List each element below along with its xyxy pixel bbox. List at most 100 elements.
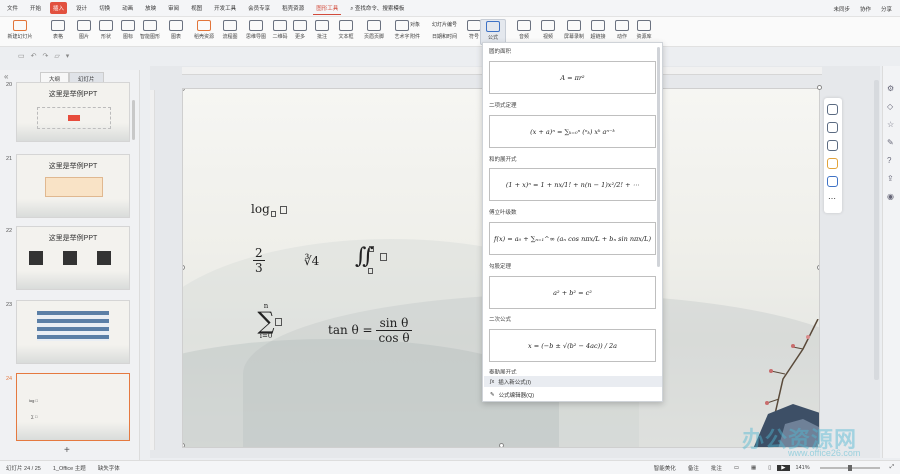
- menu-member[interactable]: 会员专享: [245, 2, 273, 14]
- root-equation[interactable]: ∛4: [304, 254, 319, 268]
- menu-devtools[interactable]: 开发工具: [211, 2, 239, 14]
- star-icon[interactable]: ☆: [887, 120, 894, 129]
- zoom-slider[interactable]: [819, 464, 880, 471]
- omega-icon: [467, 20, 481, 31]
- resize-handle[interactable]: [499, 443, 504, 447]
- menu-animation[interactable]: 动画: [119, 2, 136, 14]
- theme-name[interactable]: 1_Office 主题: [47, 464, 92, 472]
- comment-button[interactable]: 批注: [705, 464, 728, 472]
- placeholder-box: [369, 246, 374, 252]
- slide-icon: [13, 20, 27, 31]
- help-icon[interactable]: ?: [887, 156, 891, 165]
- flowchart-icon: [223, 20, 237, 31]
- share-button[interactable]: 分享: [881, 5, 892, 13]
- slide-thumbnail[interactable]: 这里是举例PPT: [16, 154, 130, 218]
- attachment-button[interactable]: 附件: [410, 33, 420, 40]
- undo-icon[interactable]: ↶: [31, 52, 37, 60]
- save-icon[interactable]: ▭: [18, 52, 25, 60]
- sorter-view-icon[interactable]: ▦: [745, 465, 762, 471]
- missing-font[interactable]: 缺失字体: [92, 464, 126, 472]
- record-icon: [567, 20, 581, 31]
- menu-view[interactable]: 视图: [188, 2, 205, 14]
- more-icon[interactable]: ⋯: [828, 194, 836, 203]
- zoom-icon[interactable]: [827, 122, 838, 133]
- search-box[interactable]: ⌕ 查找命令、搜索模板: [347, 2, 407, 15]
- menu-design[interactable]: 设计: [73, 2, 90, 14]
- watermark-url: www.office26.com: [788, 448, 861, 458]
- menu-slideshow[interactable]: 放映: [142, 2, 159, 14]
- zoom-level[interactable]: 141%: [790, 465, 816, 471]
- add-slide-button[interactable]: +: [64, 445, 70, 456]
- object-button[interactable]: 对象: [410, 21, 420, 28]
- formula-preset-expansion[interactable]: (1 + x)ⁿ = 1 + nx/1! + n(n − 1)x²/2! + ⋯: [489, 168, 656, 201]
- insert-new-formula-item[interactable]: ∫x 插入新公式(I): [484, 376, 662, 387]
- right-task-strip: ⚙ ◇ ☆ ✎ ? ⇪ ◉: [882, 66, 900, 458]
- crop-icon[interactable]: [827, 140, 838, 151]
- menu-daoke[interactable]: 稻壳资源: [279, 2, 307, 14]
- slide-number: 20: [6, 82, 13, 88]
- smart-beautify-button[interactable]: 智能美化: [648, 464, 682, 472]
- formula-preset-pythagorean[interactable]: a² + b² = c²: [489, 276, 656, 309]
- resize-handle[interactable]: [817, 85, 822, 90]
- collapse-icon[interactable]: «: [4, 72, 8, 81]
- thumb-table: [45, 177, 103, 197]
- new-slide-button[interactable]: 新建幻灯片: [2, 19, 38, 45]
- formula-preset-quadratic[interactable]: x = (−b ± √(b² − 4ac)) / 2a: [489, 329, 656, 362]
- slide-thumbnail[interactable]: 这里是举例PPT: [16, 82, 130, 142]
- fit-icon[interactable]: ⤢: [884, 464, 900, 471]
- chart-icon: [169, 20, 183, 31]
- slide-thumbnail[interactable]: [16, 300, 130, 364]
- picture-icon[interactable]: [827, 176, 838, 187]
- header-footer-icon: [367, 20, 381, 31]
- resize-handle[interactable]: [817, 265, 819, 270]
- integral-equation[interactable]: ∬: [355, 244, 387, 274]
- formula-preset-fourier[interactable]: f(x) = a₀ + ∑ₙ₌₁^∞ (aₙ cos nπx/L + bₙ si…: [489, 222, 656, 255]
- log-equation[interactable]: log: [251, 202, 287, 217]
- formula-preset-binomial[interactable]: (x + a)ⁿ = ∑ₖ₌₀ⁿ (ⁿₖ) xᵏ aⁿ⁻ᵏ: [489, 115, 656, 148]
- menu-review[interactable]: 审阅: [165, 2, 182, 14]
- tan-equation[interactable]: tan θ = sin θ cos θ: [328, 316, 412, 345]
- play-icon[interactable]: ▶: [777, 464, 790, 471]
- collab-button[interactable]: 协作: [860, 5, 871, 13]
- format-painter-icon[interactable]: ▱: [54, 52, 59, 60]
- textbox-icon: [339, 20, 353, 31]
- resize-handle[interactable]: [183, 89, 185, 91]
- slide-thumb-title: 这里是举例PPT: [48, 91, 98, 98]
- datetime-button[interactable]: 日期和时间: [432, 33, 457, 40]
- panel-scrollbar[interactable]: [132, 100, 135, 140]
- resize-handle[interactable]: [183, 265, 185, 270]
- unsynced-button[interactable]: 未同步: [833, 5, 850, 13]
- share-icon[interactable]: ⇪: [887, 174, 894, 183]
- normal-view-icon[interactable]: ▭: [728, 465, 745, 471]
- video-icon: [541, 20, 555, 31]
- resize-handle[interactable]: [183, 443, 185, 447]
- slide-number-button[interactable]: 幻灯片编号: [432, 21, 457, 28]
- canvas-scrollbar[interactable]: [874, 80, 879, 380]
- fraction-equation[interactable]: 23: [253, 246, 265, 275]
- vertical-ruler: [150, 90, 155, 450]
- pen-icon[interactable]: ✎: [887, 138, 894, 147]
- menu-start[interactable]: 开始: [27, 2, 44, 14]
- slide-thumbnail-current[interactable]: log □ ∑ □: [16, 373, 130, 441]
- menu-switch[interactable]: 切换: [96, 2, 113, 14]
- adjust-icon[interactable]: ⚙: [887, 84, 894, 93]
- reading-view-icon[interactable]: ▯: [762, 465, 777, 471]
- layers-icon[interactable]: [827, 104, 838, 115]
- menu-file[interactable]: 文件: [4, 2, 21, 14]
- thumb-qrcode: [63, 251, 77, 265]
- location-icon[interactable]: ◉: [887, 192, 894, 201]
- menu-graphic-tools[interactable]: 图形工具: [313, 2, 342, 15]
- menu-insert[interactable]: 插入: [50, 2, 68, 14]
- formula-editor-item[interactable]: ✎ 公式编辑器(Q): [484, 389, 662, 400]
- formula-preset-circle-area[interactable]: A = πr²: [489, 61, 656, 94]
- bulb-icon[interactable]: [827, 158, 838, 169]
- redo-icon[interactable]: ↷: [43, 52, 49, 60]
- notes-button[interactable]: 备注: [682, 464, 705, 472]
- dropdown-icon[interactable]: ▾: [66, 52, 70, 60]
- slide-number: 23: [6, 302, 13, 308]
- slide-thumbnail[interactable]: 这里是举例PPT: [16, 226, 130, 290]
- slide-number: 24: [6, 376, 13, 382]
- thumb-formula: ∑ □: [31, 414, 38, 419]
- shape-icon[interactable]: ◇: [887, 102, 893, 111]
- dropdown-scrollbar[interactable]: [657, 47, 660, 267]
